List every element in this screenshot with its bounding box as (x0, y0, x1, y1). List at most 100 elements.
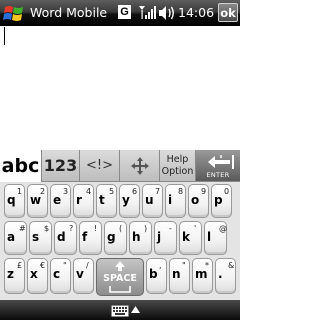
space-key[interactable]: SPACE (96, 258, 144, 296)
key-secondary-char: / (86, 261, 89, 270)
enter-button[interactable]: ENTER (196, 150, 240, 182)
key-secondary-char: 3 (63, 187, 69, 196)
g-notification-icon[interactable]: G (118, 5, 131, 19)
key-k[interactable]: k ' (179, 221, 202, 255)
keyboard-icon[interactable] (111, 303, 129, 317)
document-editor[interactable] (0, 26, 240, 150)
windows-start-icon[interactable] (2, 1, 26, 25)
shift-arrow-icon (115, 261, 125, 271)
app-title: Word Mobile (30, 5, 108, 20)
key-secondary-char: " (63, 261, 67, 270)
key-primary-char: b (149, 267, 158, 281)
key-secondary-char: ? (69, 224, 74, 233)
key-a[interactable]: a # (4, 221, 27, 255)
key-secondary-char: 6 (132, 187, 138, 196)
key-x[interactable]: x € (27, 258, 48, 294)
key-primary-char: t (99, 193, 105, 207)
key-primary-char: y (122, 193, 130, 207)
title-bar: Word Mobile G 14:06 ok (0, 0, 240, 26)
signal-strength-icon[interactable] (137, 4, 157, 22)
space-bar-icon (109, 286, 131, 293)
key-h[interactable]: h) (129, 221, 152, 255)
enter-arrow-icon (208, 155, 234, 169)
key-primary-char: d (57, 230, 66, 244)
key-primary-char: . (218, 267, 223, 281)
key-t[interactable]: t5 (96, 184, 117, 218)
key-d[interactable]: d? (54, 221, 77, 255)
tab-abc[interactable]: abc (0, 150, 42, 182)
key-primary-char: r (76, 193, 82, 207)
key-p[interactable]: p0 (211, 184, 232, 218)
help-label: Help (166, 154, 189, 165)
space-label: SPACE (103, 273, 137, 284)
ok-button[interactable]: ok (218, 3, 238, 22)
tab-numbers[interactable]: 123 (42, 150, 80, 182)
enter-label: ENTER (206, 171, 230, 179)
key-primary-char: e (53, 193, 62, 207)
key-m[interactable]: m * (192, 258, 213, 294)
key-secondary-char: - (169, 224, 172, 233)
key-period[interactable]: . & (215, 258, 236, 294)
key-j[interactable]: j- (154, 221, 177, 255)
key-primary-char: c (53, 267, 61, 281)
input-panel-arrow-icon[interactable] (131, 306, 140, 313)
key-u[interactable]: u7 (142, 184, 163, 218)
key-secondary-char: 4 (86, 187, 92, 196)
soft-keyboard: abc 123 <!> Help Option ENTER q1w2e3r4t5… (0, 150, 240, 300)
key-secondary-char: $ (44, 224, 50, 233)
volume-icon[interactable] (158, 5, 176, 21)
option-label: Option (161, 166, 194, 177)
key-q[interactable]: q1 (4, 184, 25, 218)
key-primary-char: q (7, 193, 16, 207)
clock[interactable]: 14:06 (178, 5, 214, 20)
key-c[interactable]: c " (50, 258, 71, 294)
key-secondary-char: # (19, 224, 26, 233)
key-primary-char: v (76, 267, 84, 281)
key-primary-char: z (7, 267, 14, 281)
key-w[interactable]: w2 (27, 184, 48, 218)
key-secondary-char: £ (17, 261, 23, 270)
key-primary-char: l (207, 230, 212, 244)
key-secondary-char: 9 (201, 187, 207, 196)
key-secondary-char: 1 (17, 187, 23, 196)
key-f[interactable]: f! (79, 221, 102, 255)
key-primary-char: u (145, 193, 154, 207)
key-primary-char: n (172, 267, 181, 281)
key-primary-char: o (191, 193, 200, 207)
key-z[interactable]: z £ (4, 258, 25, 294)
key-primary-char: h (132, 230, 141, 244)
key-secondary-char: € (40, 261, 46, 270)
key-r[interactable]: r4 (73, 184, 94, 218)
key-l[interactable]: l @ (204, 221, 227, 255)
key-b[interactable]: b, (146, 258, 167, 294)
key-secondary-char: ) (144, 224, 148, 233)
key-primary-char: s (32, 230, 40, 244)
key-secondary-char: 5 (109, 187, 115, 196)
key-secondary-char: * (205, 261, 209, 270)
menu-bar (0, 300, 240, 320)
key-secondary-char: ' (194, 224, 197, 233)
key-secondary-char: , (159, 261, 162, 270)
key-v[interactable]: v / (73, 258, 94, 294)
keyboard-mode-row: abc 123 <!> Help Option ENTER (0, 150, 240, 182)
key-secondary-char: 0 (224, 187, 230, 196)
key-primary-char: j (157, 230, 162, 244)
tab-move-cursor[interactable] (120, 150, 160, 182)
key-g[interactable]: g( (104, 221, 127, 255)
help-option-button[interactable]: Help Option (160, 150, 196, 182)
move-arrows-icon (131, 157, 149, 175)
key-n[interactable]: n " (169, 258, 190, 294)
tab-symbols[interactable]: <!> (80, 150, 120, 182)
key-y[interactable]: y6 (119, 184, 140, 218)
key-o[interactable]: o9 (188, 184, 209, 218)
key-secondary-char: ! (94, 224, 98, 233)
key-secondary-char: ( (119, 224, 123, 233)
key-primary-char: p (214, 193, 223, 207)
key-e[interactable]: e3 (50, 184, 71, 218)
key-primary-char: g (107, 230, 116, 244)
key-i[interactable]: i8 (165, 184, 186, 218)
key-s[interactable]: s $ (29, 221, 52, 255)
key-primary-char: k (182, 230, 190, 244)
key-primary-char: a (7, 230, 16, 244)
key-secondary-char: & (228, 261, 235, 270)
